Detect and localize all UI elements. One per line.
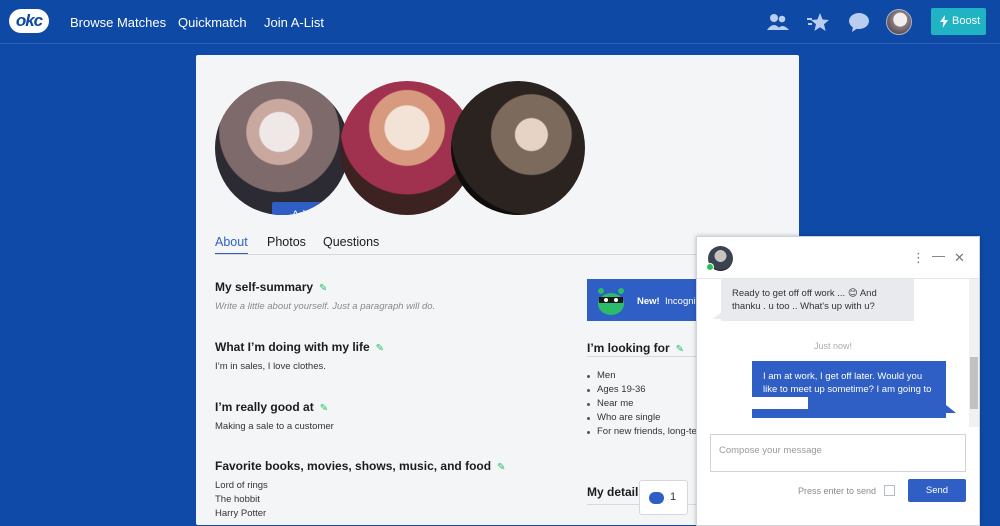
bubble-tail — [713, 311, 723, 319]
message-timestamp: Just now! — [813, 341, 853, 351]
tab-questions[interactable]: Questions — [323, 235, 379, 249]
my-details-heading[interactable]: My details — [587, 485, 645, 499]
section-heading-favorites[interactable]: Favorite books, movies, shows, music, an… — [215, 459, 505, 473]
life-text: I’m in sales, I love clothes. — [215, 361, 326, 372]
chat-icon[interactable] — [848, 12, 870, 32]
press-enter-checkbox[interactable] — [884, 485, 895, 496]
bolt-icon — [940, 15, 948, 28]
chat-header: ⋮ — ✕ — [697, 237, 979, 279]
messages-tab[interactable]: 1 — [639, 480, 688, 515]
message-received: Ready to get off off work ... 😊 And than… — [721, 279, 914, 321]
tab-about[interactable]: About — [215, 235, 248, 255]
bubble-tail — [946, 405, 956, 413]
profile-photo-1[interactable]: Add — [215, 81, 349, 215]
chat-scrollbar[interactable] — [969, 279, 979, 427]
nav-join-a-list[interactable]: Join A-List — [264, 15, 324, 30]
nav-quickmatch[interactable]: Quickmatch — [178, 15, 247, 30]
press-enter-label: Press enter to send — [798, 486, 877, 496]
section-heading-life[interactable]: What I’m doing with my life ✎ — [215, 340, 384, 354]
tab-photos[interactable]: Photos — [267, 235, 306, 249]
incognito-mascot-icon — [598, 288, 624, 315]
favorites-list: Lord of rings The hobbit Harry Potter — [215, 480, 268, 519]
redaction-block — [752, 397, 808, 409]
incognito-text: New! Incognito — [637, 296, 704, 307]
pencil-icon[interactable]: ✎ — [497, 462, 505, 473]
okc-logo[interactable]: okc — [9, 9, 49, 33]
message-list[interactable]: Ready to get off off work ... 😊 And than… — [697, 279, 979, 427]
chat-window: ⋮ — ✕ Ready to get off off work ... 😊 An… — [696, 236, 980, 526]
send-button[interactable]: Send — [908, 479, 966, 502]
boost-button[interactable]: Boost — [931, 8, 986, 35]
compose-message-input[interactable]: Compose your message — [710, 434, 966, 472]
nav-browse-matches[interactable]: Browse Matches — [70, 15, 166, 30]
add-photo-button[interactable]: Add — [272, 202, 331, 215]
user-avatar[interactable] — [886, 9, 912, 35]
people-icon[interactable] — [767, 12, 789, 32]
pencil-icon[interactable]: ✎ — [319, 283, 327, 294]
scrollbar-thumb[interactable] — [970, 357, 978, 409]
minimize-icon[interactable]: — — [932, 248, 945, 263]
chat-bubble-icon — [649, 492, 664, 504]
messages-count: 1 — [670, 491, 677, 503]
pencil-icon[interactable]: ✎ — [676, 344, 684, 355]
online-status-icon — [706, 263, 714, 271]
pencil-icon[interactable]: ✎ — [320, 403, 328, 414]
more-options-icon[interactable]: ⋮ — [912, 250, 925, 266]
self-summary-placeholder: Write a little about yourself. Just a pa… — [215, 301, 436, 312]
section-heading-self-summary[interactable]: My self-summary ✎ — [215, 280, 327, 294]
message-sent: I am at work, I get off later. Would you… — [752, 361, 946, 418]
boost-label: Boost — [952, 15, 981, 27]
section-heading-good-at[interactable]: I’m really good at ✎ — [215, 400, 328, 414]
star-icon[interactable] — [807, 12, 829, 32]
pencil-icon[interactable]: ✎ — [376, 343, 384, 354]
good-at-text: Making a sale to a customer — [215, 421, 334, 432]
close-icon[interactable]: ✕ — [954, 250, 965, 266]
top-nav: okc Browse Matches Quickmatch Join A-Lis… — [0, 0, 1000, 44]
profile-photo-3[interactable] — [451, 81, 585, 215]
